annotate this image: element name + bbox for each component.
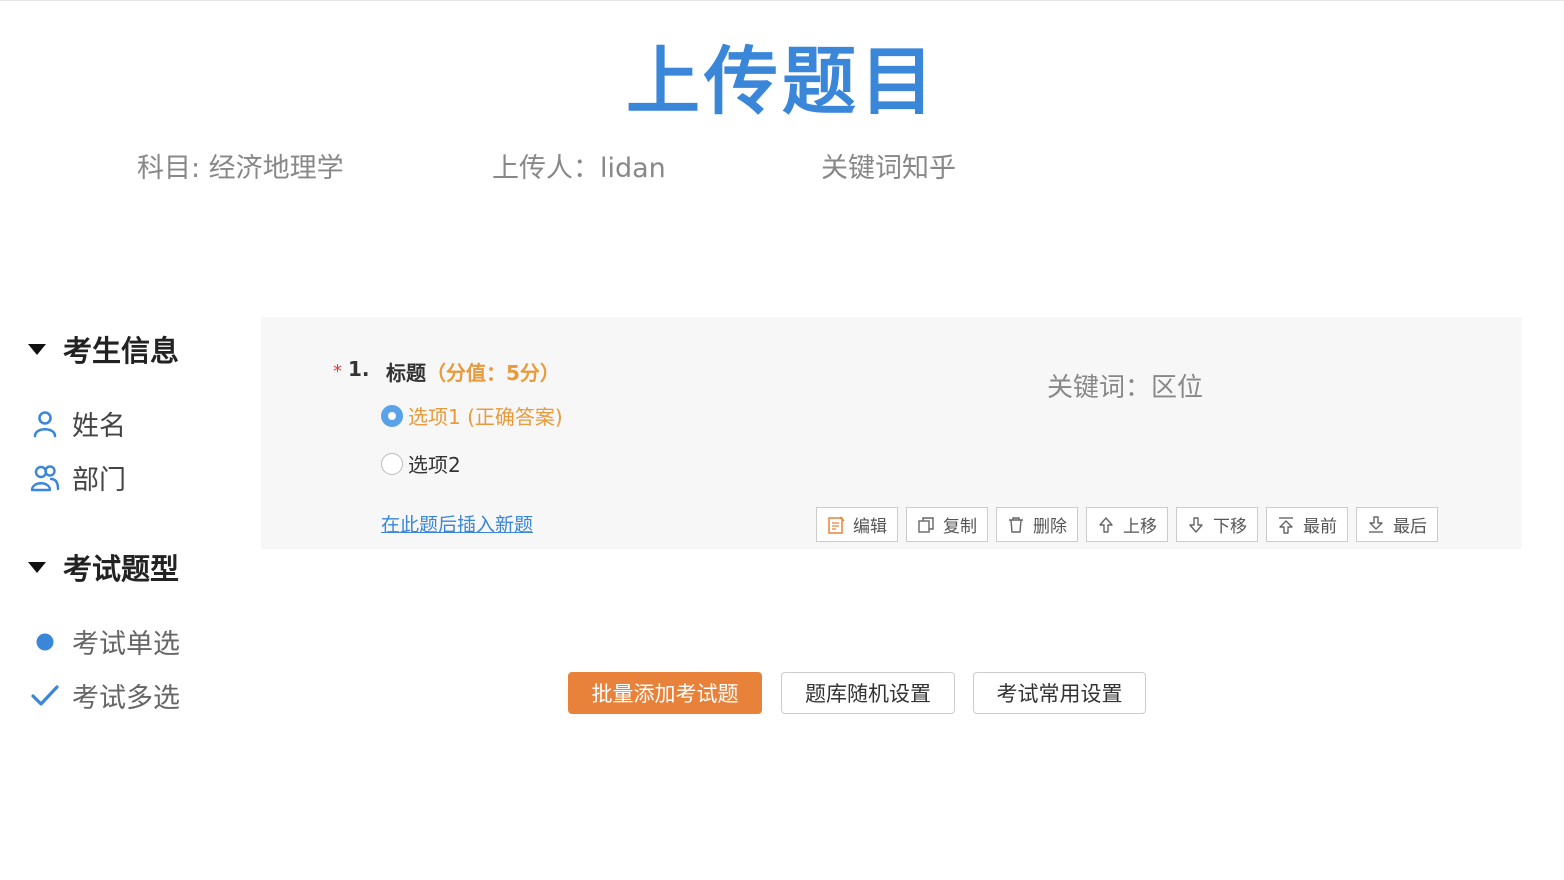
section-toggle-question-type[interactable]: 考试题型 <box>28 546 179 588</box>
move-bottom-label: 最后 <box>1393 517 1427 537</box>
required-mark: * <box>333 361 342 382</box>
caret-down-icon <box>28 343 46 355</box>
person-icon <box>30 409 60 439</box>
move-up-button[interactable]: 上移 <box>1086 507 1168 542</box>
question-title-text: 标题 <box>386 361 426 385</box>
sidebar-item-single-choice[interactable]: 考试单选 <box>30 622 180 661</box>
group-icon <box>30 463 60 493</box>
option-label: 选项2 <box>408 453 461 477</box>
sidebar-item-multiple-choice[interactable]: 考试多选 <box>30 676 180 715</box>
delete-button[interactable]: 删除 <box>996 507 1078 542</box>
edit-label: 编辑 <box>853 517 887 537</box>
edit-icon <box>827 515 845 534</box>
question-title: 标题（分值：5分） <box>386 357 560 386</box>
option-1-radio[interactable]: 选项1 (正确答案) <box>381 401 563 430</box>
uploader-label: 上传人：lidan <box>492 153 666 184</box>
move-top-icon <box>1277 516 1295 534</box>
radio-checked-icon <box>381 404 403 427</box>
option-2-radio[interactable]: 选项2 <box>381 449 461 478</box>
top-divider <box>0 0 1564 1</box>
delete-icon <box>1007 516 1025 534</box>
check-icon <box>30 681 60 711</box>
delete-label: 删除 <box>1033 517 1067 537</box>
copy-button[interactable]: 复制 <box>906 507 988 542</box>
question-keywords: 关键词：区位 <box>1047 373 1204 403</box>
move-bottom-button[interactable]: 最后 <box>1356 507 1438 542</box>
section-toggle-candidate-info[interactable]: 考生信息 <box>28 328 179 370</box>
dot-icon <box>30 627 60 657</box>
radio-unchecked-icon <box>381 452 403 475</box>
move-down-label: 下移 <box>1213 517 1247 537</box>
copy-label: 复制 <box>943 517 977 537</box>
insert-question-link[interactable]: 在此题后插入新题 <box>381 510 533 537</box>
move-down-button[interactable]: 下移 <box>1176 507 1258 542</box>
keywords-label: 关键词知乎 <box>821 153 956 184</box>
sidebar-item-label: 考试多选 <box>72 683 180 714</box>
move-top-label: 最前 <box>1303 517 1337 537</box>
question-score: （分值：5分） <box>426 361 560 385</box>
section-heading: 考生信息 <box>63 334 180 368</box>
sidebar-item-name[interactable]: 姓名 <box>30 404 126 443</box>
sidebar-item-label: 考试单选 <box>72 629 180 660</box>
subject-label: 科目: 经济地理学 <box>137 153 344 184</box>
batch-add-questions-button[interactable]: 批量添加考试题 <box>568 672 762 714</box>
page-title: 上传题目 <box>626 39 938 125</box>
move-up-label: 上移 <box>1123 517 1157 537</box>
random-settings-button[interactable]: 题库随机设置 <box>781 672 955 714</box>
section-heading: 考试题型 <box>63 552 180 586</box>
sidebar-item-label: 姓名 <box>72 411 126 442</box>
arrow-up-icon <box>1097 516 1115 534</box>
edit-button[interactable]: 编辑 <box>816 507 898 542</box>
option-label: 选项1 (正确答案) <box>408 405 563 429</box>
sidebar-item-label: 部门 <box>72 465 126 496</box>
common-settings-button[interactable]: 考试常用设置 <box>973 672 1146 714</box>
question-number: 1. <box>348 357 370 381</box>
move-bottom-icon <box>1367 515 1385 534</box>
sidebar-item-department[interactable]: 部门 <box>30 458 126 497</box>
question-card: * 1. 标题（分值：5分） 关键词：区位 选项1 (正确答案) 选项2 在此题… <box>261 317 1522 549</box>
move-top-button[interactable]: 最前 <box>1266 507 1348 542</box>
arrow-down-icon <box>1187 516 1205 534</box>
caret-down-icon <box>28 561 46 573</box>
copy-icon <box>917 516 935 534</box>
